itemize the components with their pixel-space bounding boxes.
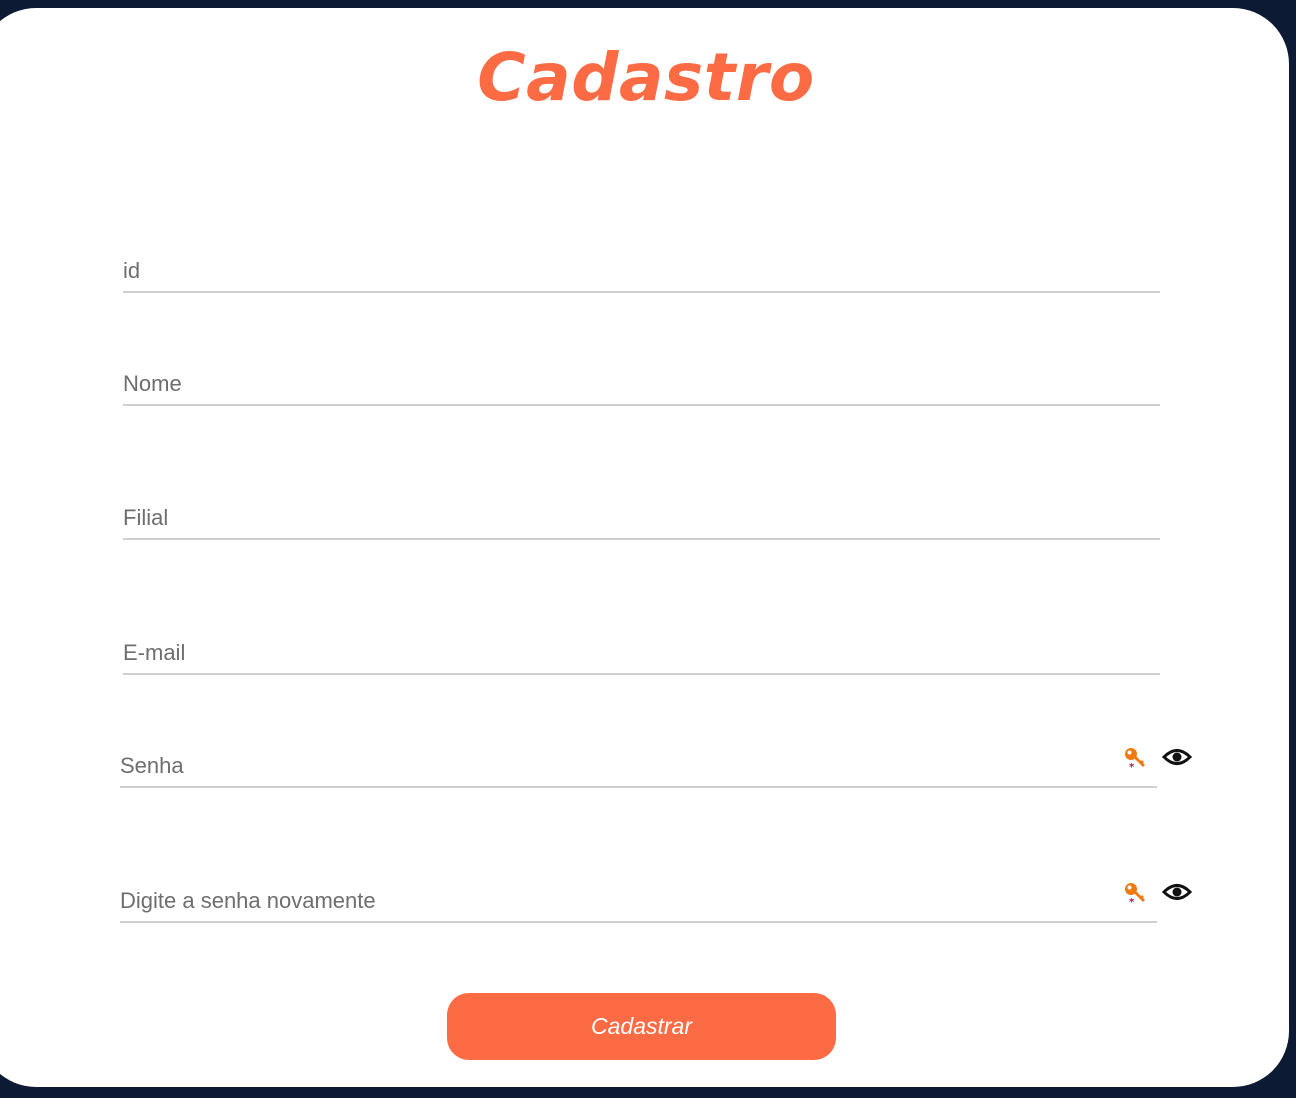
nome-input[interactable]	[123, 364, 1160, 404]
page-title: Cadastro	[477, 39, 815, 116]
senha-confirm-input[interactable]	[120, 881, 1157, 921]
senha-confirm-field	[120, 881, 1157, 923]
nome-field	[123, 364, 1160, 406]
key-icon[interactable]: *	[1123, 746, 1147, 773]
filial-field	[123, 498, 1160, 540]
senha-input[interactable]	[120, 746, 1157, 786]
senha-field	[120, 746, 1157, 788]
key-icon[interactable]: *	[1123, 881, 1147, 908]
filial-input[interactable]	[123, 498, 1160, 538]
id-input[interactable]	[123, 251, 1160, 291]
eye-icon[interactable]	[1161, 746, 1193, 768]
email-input[interactable]	[123, 633, 1160, 673]
cadastrar-button[interactable]: Cadastrar	[447, 993, 836, 1060]
register-card	[0, 8, 1289, 1087]
svg-text:*: *	[1129, 762, 1135, 770]
id-field	[123, 251, 1160, 293]
email-field	[123, 633, 1160, 675]
eye-icon[interactable]	[1161, 881, 1193, 903]
svg-text:*: *	[1129, 897, 1135, 905]
